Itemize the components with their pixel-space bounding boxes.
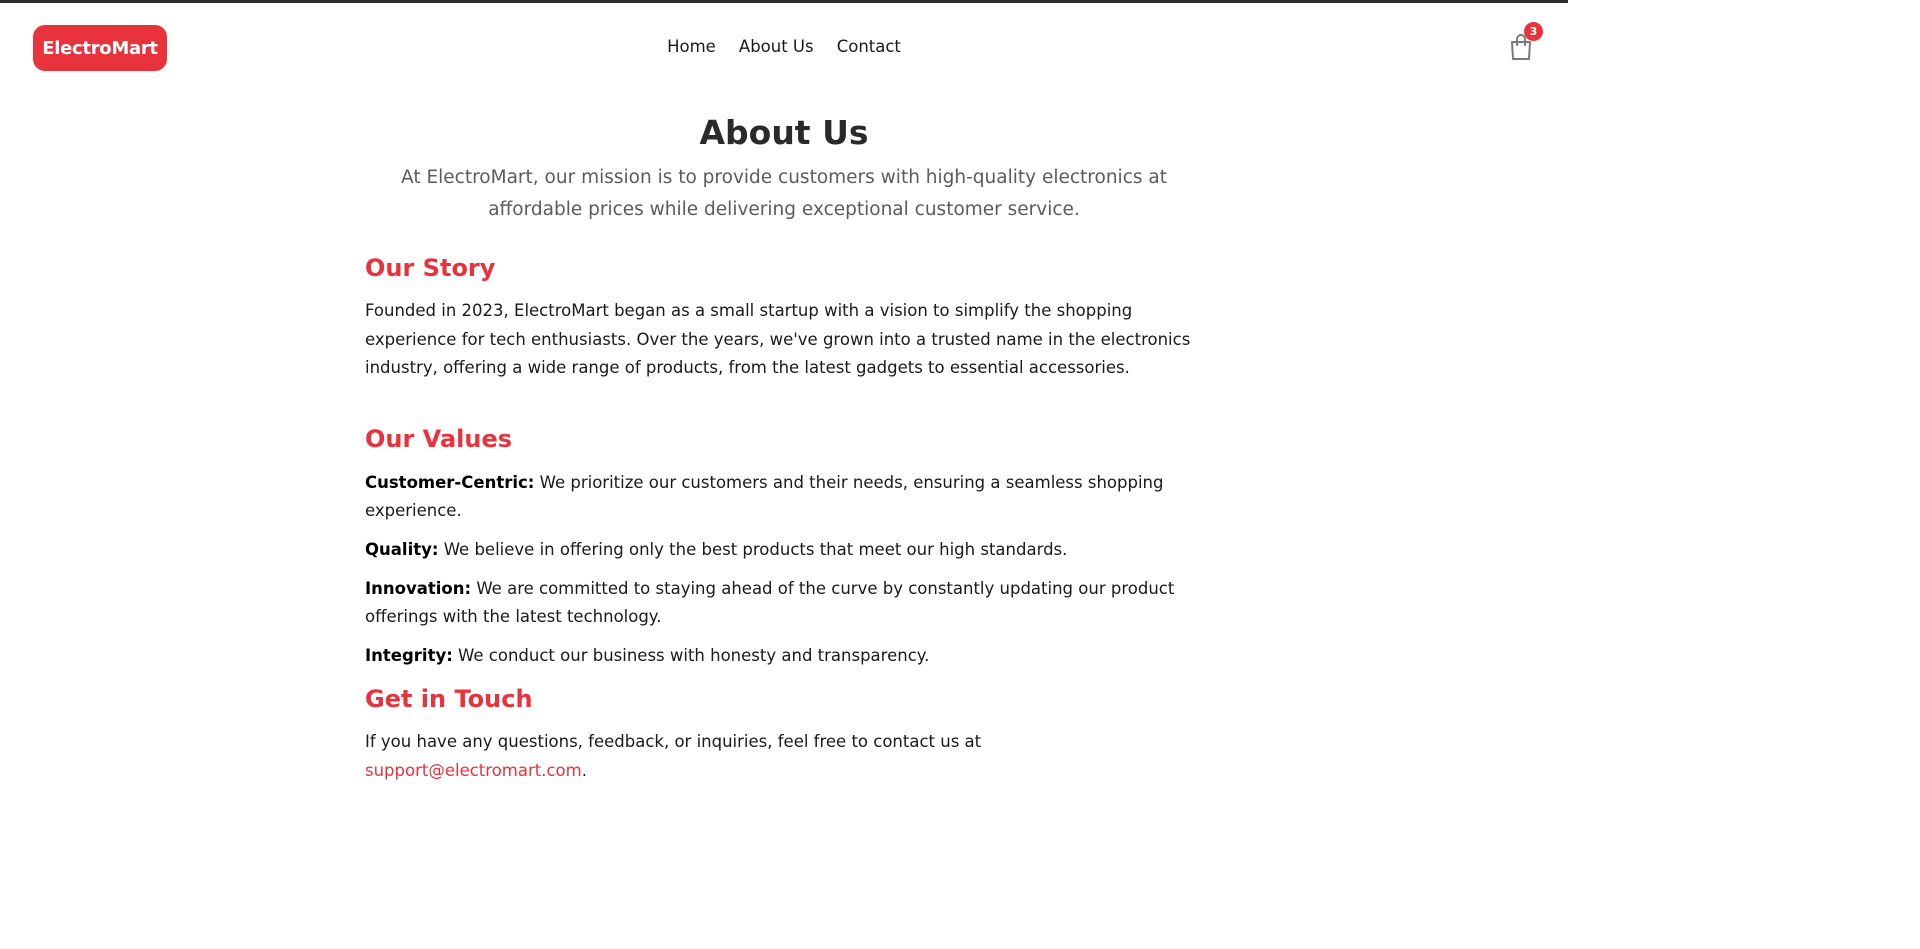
cart-count-badge: 3	[1524, 22, 1543, 41]
value-text: We conduct our business with honesty and…	[452, 646, 930, 665]
our-values-heading: Our Values	[365, 425, 513, 453]
value-label: Innovation:	[365, 579, 472, 598]
value-text: We believe in offering only the best pro…	[438, 540, 1068, 559]
page-title: About Us	[699, 113, 869, 152]
nav-link-contact[interactable]: Contact	[837, 37, 901, 56]
our-story-heading: Our Story	[365, 254, 496, 282]
contact-text-lead: If you have any questions, feedback, or …	[365, 732, 982, 751]
values-list: Customer-Centric: We prioritize our cust…	[365, 469, 1203, 670]
main-nav: Home About Us Contact	[0, 37, 1568, 56]
contact-text-suffix: .	[581, 760, 587, 780]
value-item: Quality: We believe in offering only the…	[365, 536, 1203, 564]
value-item: Customer-Centric: We prioritize our cust…	[365, 469, 1203, 525]
value-label: Integrity:	[365, 646, 453, 665]
get-in-touch-heading: Get in Touch	[365, 685, 533, 713]
site-header: ElectroMart Home About Us Contact 3	[0, 3, 1568, 83]
nav-link-home[interactable]: Home	[667, 37, 716, 56]
our-story-text: Founded in 2023, ElectroMart began as a …	[365, 301, 1191, 377]
about-content: About Us At ElectroMart, our mission is …	[365, 110, 1203, 780]
value-label: Quality:	[365, 540, 439, 559]
mission-statement: At ElectroMart, our mission is to provid…	[401, 167, 1167, 220]
contact-text: If you have any questions, feedback, or …	[365, 728, 1203, 785]
nav-link-about-us[interactable]: About Us	[739, 37, 814, 56]
our-values-section: Our Values Customer-Centric: We prioriti…	[365, 423, 1203, 681]
support-email-link[interactable]: support@electromart.com	[365, 761, 582, 780]
value-text: We are committed to staying ahead of the…	[365, 579, 1175, 626]
our-story-section: Our Story Founded in 2023, ElectroMart b…	[365, 252, 1203, 383]
value-item: Innovation: We are committed to staying …	[365, 575, 1203, 631]
get-in-touch-section: Get in Touch If you have any questions, …	[365, 683, 1203, 785]
value-item: Integrity: We conduct our business with …	[365, 642, 1203, 670]
value-label: Customer-Centric:	[365, 473, 535, 492]
